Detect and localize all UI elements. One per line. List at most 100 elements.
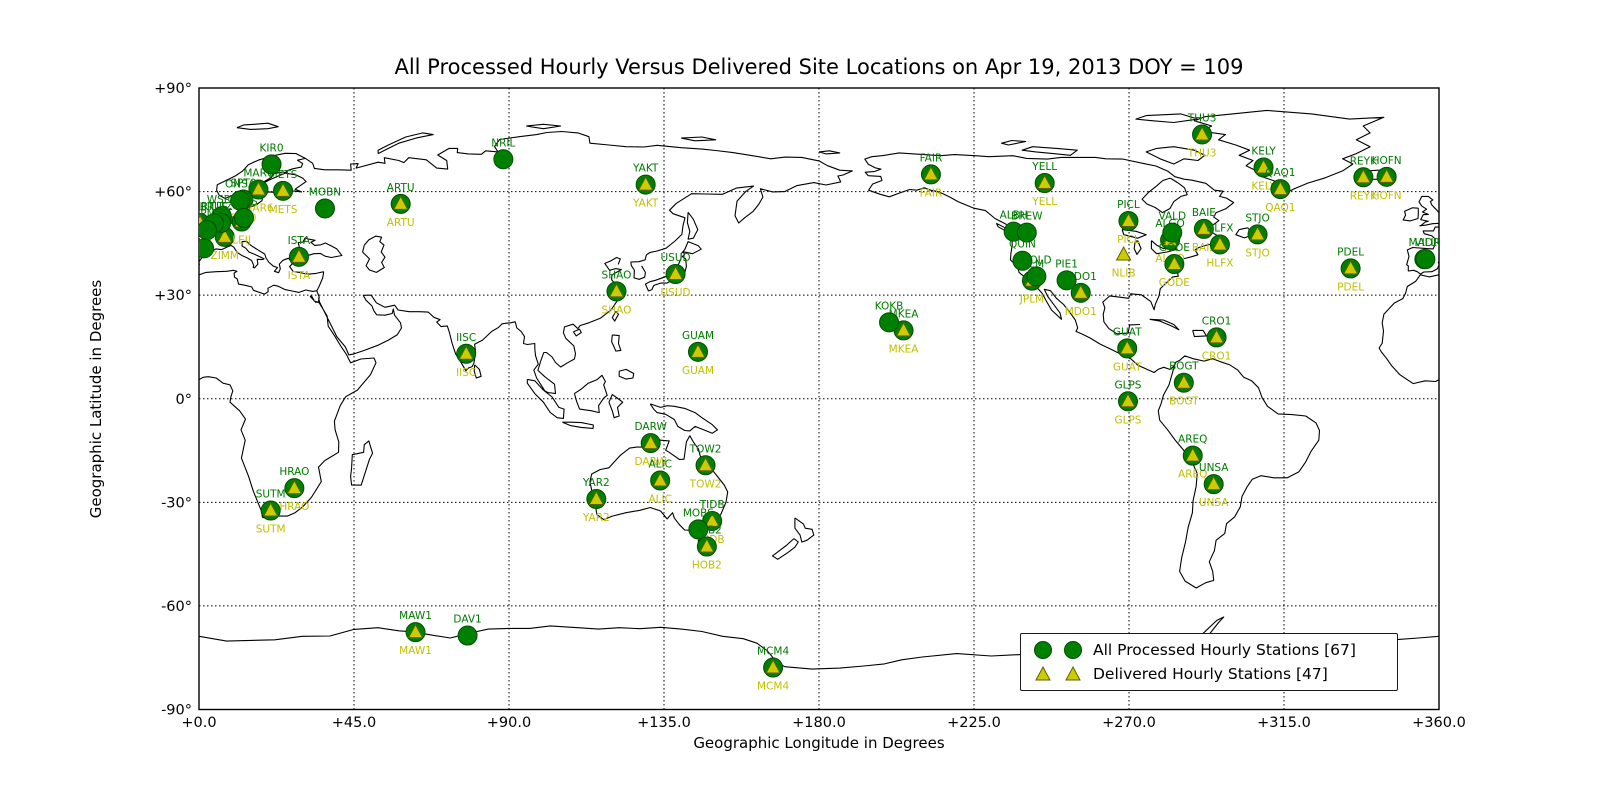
station-label-delivered: GUAT <box>1113 361 1142 373</box>
station-label-delivered: TOW2 <box>689 478 722 490</box>
station-label-processed: DARW <box>634 421 667 433</box>
processed-circle-icon <box>689 520 708 539</box>
station-label-processed: QAQ1 <box>1265 167 1295 179</box>
station-label-processed: KOKB <box>875 300 904 312</box>
station-MOBN: MOBN <box>309 186 341 218</box>
station-label-processed: PDEL <box>1337 246 1364 258</box>
legend-row-processed: All Processed Hourly Stations [67] <box>1029 638 1389 662</box>
y-tick-+90°: +90° <box>154 81 192 97</box>
station-IISC: IISCIISC <box>456 332 476 379</box>
station-label-delivered: JPLM <box>1019 294 1044 306</box>
legend-box: All Processed Hourly Stations [67] Deliv… <box>1020 633 1398 691</box>
station-label-processed: GODE <box>1159 242 1190 254</box>
station-label-processed: BAIE <box>1192 207 1216 219</box>
station-YAR2: YAR2YAR2 <box>582 477 610 524</box>
x-tick-+270.0: +270.0 <box>1102 715 1156 731</box>
station-label-processed: MOBN <box>309 186 341 198</box>
station-label-processed: ISTA <box>288 235 311 247</box>
station-label-processed: ARTU <box>387 182 415 194</box>
legend-label-processed: All Processed Hourly Stations [67] <box>1093 641 1356 659</box>
station-label-delivered: STJO <box>1245 247 1269 259</box>
x-tick-+225.0: +225.0 <box>947 715 1001 731</box>
y-tick-+60°: +60° <box>154 185 192 201</box>
station-label-processed: DAV1 <box>453 614 481 626</box>
figure: MAR6MAR6METSMETSSPT0SPT0HERTHERTZIMMZIMM… <box>0 0 1600 800</box>
station-label-processed: FAIR <box>920 152 943 164</box>
legend-row-delivered: Delivered Hourly Stations [47] <box>1029 662 1389 686</box>
station-FAIR: FAIRFAIR <box>920 152 943 199</box>
station-label-processed: VILL <box>1414 237 1436 249</box>
y-tick--30°: -30° <box>161 495 192 511</box>
station-label-delivered: MKEA <box>889 343 920 355</box>
station-label-processed: USUD <box>661 252 691 264</box>
station-label-processed: YELL <box>1031 161 1057 173</box>
station-GODE: GODE GODE <box>1159 242 1190 289</box>
station-NLIB: NLIB <box>1112 247 1136 280</box>
station-label-delivered: CRO1 <box>1202 350 1232 362</box>
station-label-processed: VALD <box>1158 211 1186 223</box>
x-axis-label: Geographic Longitude in Degrees <box>199 734 1439 752</box>
station-THU3: THU3 THU3 <box>1187 112 1217 159</box>
processed-circle-icon <box>235 208 254 227</box>
station-CRO1: CRO1 CRO1 <box>1202 315 1232 362</box>
processed-circle-icon <box>1057 271 1076 290</box>
station-MAW1: MAW1 MAW1 <box>399 610 432 657</box>
station-label-delivered: UNSA <box>1199 497 1229 509</box>
station-label-delivered: ALIC <box>648 493 671 505</box>
processed-circle-icon <box>1163 223 1182 242</box>
station-label-delivered: MAW1 <box>399 645 432 657</box>
station-label-processed: KELY <box>1251 145 1276 157</box>
station-label-processed: MOBS <box>683 507 714 519</box>
station-PDEL: PDEL PDEL <box>1337 246 1364 293</box>
station-label-delivered: LEIJ <box>232 235 251 247</box>
station-label-delivered: QAQ1 <box>1265 202 1295 214</box>
station-label-processed: TOW2 <box>689 443 722 455</box>
y-tick--90°: -90° <box>161 703 192 719</box>
station-label-delivered: GODE <box>1159 277 1190 289</box>
station-HLFX: HLFXHLFX <box>1206 222 1233 269</box>
station-label-delivered: PICL <box>1117 234 1140 246</box>
legend-label-delivered: Delivered Hourly Stations [47] <box>1093 665 1328 683</box>
station-label-delivered: YELL <box>1031 196 1057 208</box>
y-tick--60°: -60° <box>161 599 192 615</box>
station-label-processed: MAW1 <box>399 610 432 622</box>
processed-circle-icon <box>262 155 281 174</box>
station-label-processed: SHAO <box>602 269 632 281</box>
station-label-delivered: THU3 <box>1187 147 1217 159</box>
station-ARTU: ARTUARTU <box>387 182 415 229</box>
station-SHAO: SHAOSHAO <box>602 269 632 316</box>
station-label-delivered: PDEL <box>1337 281 1364 293</box>
chart-title: All Processed Hourly Versus Delivered Si… <box>199 55 1439 79</box>
y-tick-0°: 0° <box>176 392 192 408</box>
station-HOFN: HOFNHOFN <box>1372 155 1402 202</box>
station-label-processed: STJO <box>1245 212 1269 224</box>
processed-circle-icon <box>1029 639 1093 661</box>
station-label-delivered: HRAO <box>279 501 309 513</box>
x-tick-+135.0: +135.0 <box>637 715 691 731</box>
processed-circle-icon <box>494 150 513 169</box>
x-tick-+315.0: +315.0 <box>1257 715 1311 731</box>
station-STJO: STJO STJO <box>1245 212 1269 259</box>
station-PICL: PICLPICL <box>1117 199 1140 246</box>
station-NRIL: NRIL <box>491 137 515 169</box>
station-label-processed: OPMT <box>192 208 223 220</box>
x-tick-+45.0: +45.0 <box>332 715 376 731</box>
station-label-delivered: MCM4 <box>757 681 789 693</box>
station-label-processed: TLSE <box>190 226 217 238</box>
station-label-processed: YAR2 <box>582 477 610 489</box>
station-UNSA: UNSA UNSA <box>1199 462 1229 509</box>
processed-circle-icon <box>1416 250 1435 269</box>
station-label-processed: NRIL <box>491 137 515 149</box>
station-label-delivered: GUAM <box>682 365 714 377</box>
station-GUAT: GUATGUAT <box>1113 326 1142 373</box>
station-label-processed: HLFX <box>1206 222 1233 234</box>
station-label-processed: IISC <box>456 332 476 344</box>
station-label-processed: THU3 <box>1187 112 1217 124</box>
station-label-processed: CRO1 <box>1202 315 1232 327</box>
station-label-processed: MCM4 <box>757 646 789 658</box>
station-label-processed: UNSA <box>1199 462 1229 474</box>
station-label-processed: HOFN <box>1372 155 1402 167</box>
x-tick-+180.0: +180.0 <box>792 715 846 731</box>
station-label-delivered: ISTA <box>288 270 311 282</box>
station-label-delivered: METS <box>269 204 298 216</box>
